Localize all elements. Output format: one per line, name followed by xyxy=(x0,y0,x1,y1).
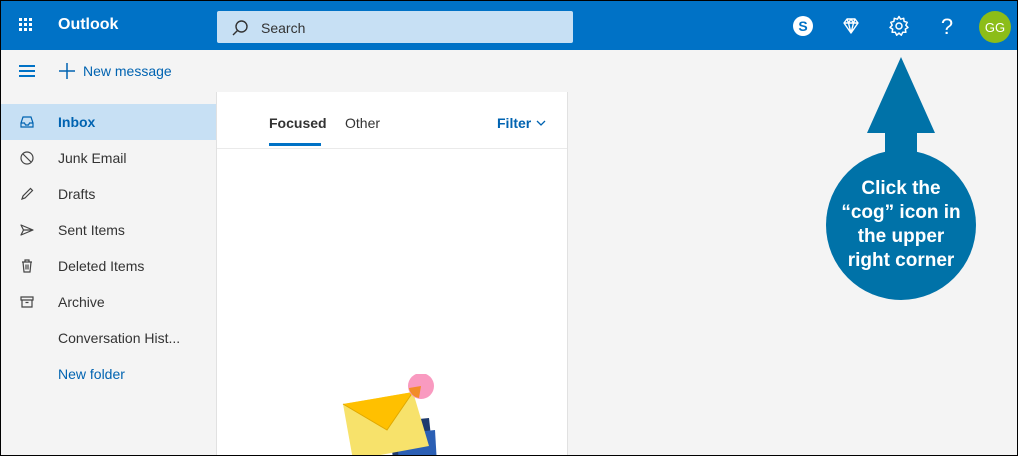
svg-text:S: S xyxy=(798,18,807,34)
message-list: Focused Other Filter xyxy=(217,92,568,455)
junk-icon xyxy=(20,151,34,165)
folder-pane: Inbox Junk Email Drafts Sent Items Delet… xyxy=(1,92,217,455)
tab-active-indicator xyxy=(269,143,321,146)
sidebar-item-label: Conversation Hist... xyxy=(58,330,181,346)
app-window: Outlook S ? GG xyxy=(0,0,1018,456)
callout-text: Click the “cog” icon in the upper right … xyxy=(841,178,961,271)
new-message-button[interactable]: New message xyxy=(58,62,172,80)
tab-focused[interactable]: Focused xyxy=(269,115,327,131)
callout-bubble: Click the “cog” icon in the upper right … xyxy=(826,150,976,300)
app-launcher-icon[interactable] xyxy=(19,18,33,32)
trash-icon xyxy=(22,259,32,273)
pencil-icon xyxy=(21,187,34,200)
archive-icon xyxy=(20,296,34,308)
new-message-label: New message xyxy=(83,63,172,79)
hamburger-menu-icon[interactable] xyxy=(19,65,35,77)
avatar[interactable]: GG xyxy=(979,11,1011,43)
inbox-icon xyxy=(20,116,34,128)
new-folder-link: New folder xyxy=(58,366,125,382)
filter-label: Filter xyxy=(497,115,532,131)
sidebar-item-sent-items[interactable]: Sent Items xyxy=(1,212,216,248)
app-name[interactable]: Outlook xyxy=(58,16,118,34)
plus-icon xyxy=(59,63,75,79)
svg-text:?: ? xyxy=(941,14,953,38)
premium-diamond-icon[interactable] xyxy=(839,14,863,38)
tab-other[interactable]: Other xyxy=(345,115,380,131)
skype-icon[interactable]: S xyxy=(791,14,815,38)
sidebar-item-archive[interactable]: Archive xyxy=(1,284,216,320)
sidebar-item-conversation-history[interactable]: Conversation Hist... xyxy=(1,320,216,356)
sidebar-item-inbox[interactable]: Inbox xyxy=(1,104,216,140)
sidebar-item-label: Inbox xyxy=(58,114,96,130)
command-bar: New message xyxy=(1,50,1017,93)
sidebar-item-drafts[interactable]: Drafts xyxy=(1,176,216,212)
sidebar-item-label: Archive xyxy=(58,294,105,310)
settings-cog-icon[interactable] xyxy=(887,14,911,38)
help-icon[interactable]: ? xyxy=(935,14,959,38)
send-icon xyxy=(20,224,34,236)
sidebar-item-label: Deleted Items xyxy=(58,258,145,274)
search-box[interactable] xyxy=(217,11,573,45)
search-input[interactable] xyxy=(259,11,563,45)
filter-button[interactable]: Filter xyxy=(497,115,546,131)
sidebar-item-new-folder[interactable]: New folder xyxy=(1,356,216,392)
sidebar-item-label: Junk Email xyxy=(58,150,127,166)
message-list-header: Focused Other Filter xyxy=(217,92,567,149)
sidebar-item-deleted-items[interactable]: Deleted Items xyxy=(1,248,216,284)
sidebar-item-label: Drafts xyxy=(58,186,96,202)
chevron-down-icon xyxy=(536,120,546,126)
sidebar-item-label: Sent Items xyxy=(58,222,125,238)
top-bar: Outlook S ? GG xyxy=(1,1,1017,50)
search-icon xyxy=(232,20,248,36)
sidebar-item-junk-email[interactable]: Junk Email xyxy=(1,140,216,176)
empty-inbox-illustration xyxy=(342,374,437,455)
